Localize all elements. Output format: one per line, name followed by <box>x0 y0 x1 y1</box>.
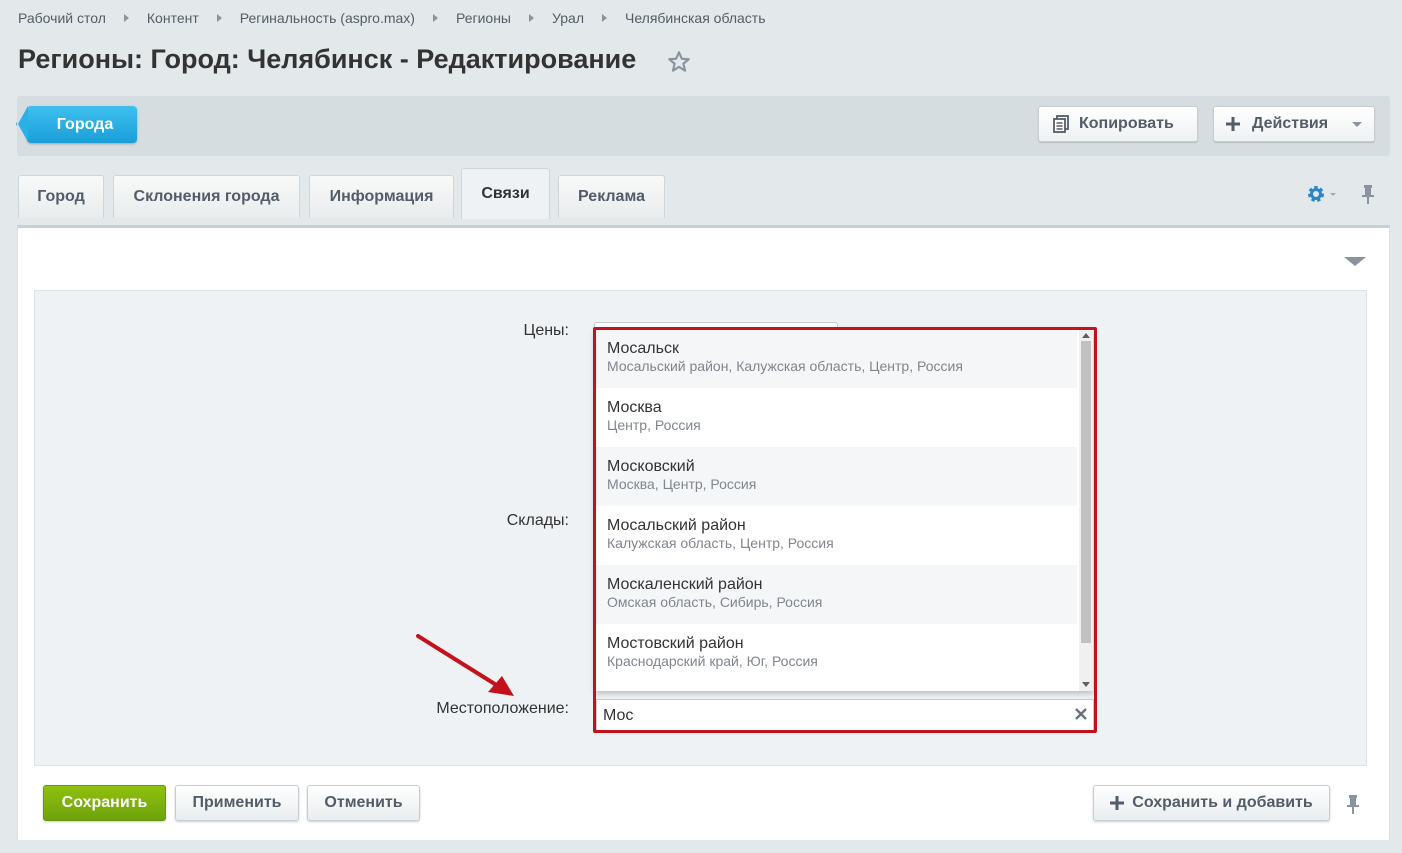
back-button-label: Города <box>56 115 114 133</box>
plus-icon <box>1226 117 1240 131</box>
suggestion-name: Мостовский район <box>607 635 744 652</box>
list-item[interactable]: Мосальск Мосальский район, Калужская обл… <box>595 329 1077 388</box>
cancel-button[interactable]: Отменить <box>307 785 420 821</box>
suggestion-name: Московский <box>607 458 695 475</box>
breadcrumb-item-regionality[interactable]: Регинальность (aspro.max) <box>240 10 415 26</box>
breadcrumb-separator-icon <box>123 14 129 22</box>
toolbar: Города Копировать Действия <box>17 96 1390 156</box>
suggestion-path: Омская область, Сибирь, Россия <box>607 594 823 610</box>
suggestion-path: Краснодарский край, Юг, Россия <box>607 653 818 669</box>
pin-icon[interactable] <box>1361 184 1375 204</box>
breadcrumb-separator-icon <box>602 14 607 22</box>
suggestion-name: Мосальский район <box>607 517 746 534</box>
copy-button[interactable]: Копировать <box>1038 106 1198 142</box>
breadcrumb-separator-icon <box>432 14 438 22</box>
location-input[interactable] <box>596 699 1094 731</box>
apply-button[interactable]: Применить <box>175 785 299 821</box>
form-section: Цены: Склады: Местоположение: Мосальск М… <box>34 290 1367 766</box>
save-and-add-label: Сохранить и добавить <box>1132 794 1313 811</box>
chevron-down-icon <box>1352 122 1362 127</box>
suggestion-name: Москва <box>607 399 662 416</box>
tab-city-declensions[interactable]: Склонения города <box>113 175 300 218</box>
list-item[interactable]: Мостовский район Краснодарский край, Юг,… <box>595 624 1077 683</box>
actions-button-label: Действия <box>1252 115 1329 132</box>
suggestion-name: Мосальск <box>607 340 679 357</box>
page-title: Регионы: Город: Челябинск - Редактирован… <box>18 44 637 74</box>
tab-information[interactable]: Информация <box>309 175 454 218</box>
suggestion-path: Москва, Центр, Россия <box>607 476 757 492</box>
breadcrumb-separator-icon <box>216 14 222 22</box>
list-item[interactable]: Москва Центр, Россия <box>595 388 1077 447</box>
breadcrumb: Рабочий стол Контент Регинальность (aspr… <box>18 10 766 26</box>
breadcrumb-item-ural[interactable]: Урал <box>552 10 584 26</box>
actions-button[interactable]: Действия <box>1213 106 1375 142</box>
breadcrumb-item-desktop[interactable]: Рабочий стол <box>18 10 106 26</box>
pin-icon[interactable] <box>1346 794 1360 814</box>
stores-label: Склады: <box>506 512 569 529</box>
location-suggestions-dropdown: Мосальск Мосальский район, Калужская обл… <box>595 329 1093 691</box>
gear-icon[interactable] <box>1306 183 1340 205</box>
breadcrumb-item-content[interactable]: Контент <box>147 10 199 26</box>
star-icon[interactable] <box>666 49 692 75</box>
list-item[interactable]: Московский Москва, Центр, Россия <box>595 447 1077 506</box>
tab-advertising[interactable]: Реклама <box>558 175 665 218</box>
suggestion-path: Центр, Россия <box>607 417 701 433</box>
suggestion-path: Калужская область, Центр, Россия <box>607 535 834 551</box>
scrollbar-thumb[interactable] <box>1081 341 1091 643</box>
location-label: Местоположение: <box>436 700 569 717</box>
list-item[interactable]: Мосальский район Калужская область, Цент… <box>595 506 1077 565</box>
scroll-down-icon[interactable] <box>1082 682 1090 687</box>
copy-icon <box>1053 115 1069 133</box>
save-button[interactable]: Сохранить <box>43 785 166 821</box>
suggestion-path: Мосальский район, Калужская область, Цен… <box>607 358 963 374</box>
save-and-add-button[interactable]: Сохранить и добавить <box>1093 785 1330 821</box>
back-arrow-icon <box>18 106 28 142</box>
copy-button-label: Копировать <box>1079 115 1174 132</box>
list-item[interactable]: Москаленский район Омская область, Сибир… <box>595 565 1077 624</box>
dropdown-scrollbar[interactable] <box>1079 329 1093 691</box>
breadcrumb-separator-icon <box>528 14 534 22</box>
scroll-up-icon[interactable] <box>1082 333 1090 338</box>
suggestion-name: Москаленский район <box>607 576 763 593</box>
breadcrumb-item-chelyabinsk-oblast[interactable]: Челябинская область <box>625 10 766 26</box>
plus-icon <box>1110 796 1125 810</box>
tab-links[interactable]: Связи <box>461 168 550 219</box>
close-icon[interactable] <box>1074 707 1088 721</box>
breadcrumb-item-regions[interactable]: Регионы <box>456 10 511 26</box>
form-panel: Цены: Склады: Местоположение: Мосальск М… <box>17 225 1390 840</box>
tab-city[interactable]: Город <box>18 175 104 218</box>
back-to-cities-button[interactable]: Города <box>18 106 137 143</box>
collapse-arrow-icon[interactable] <box>1344 257 1366 266</box>
prices-label: Цены: <box>523 322 569 339</box>
